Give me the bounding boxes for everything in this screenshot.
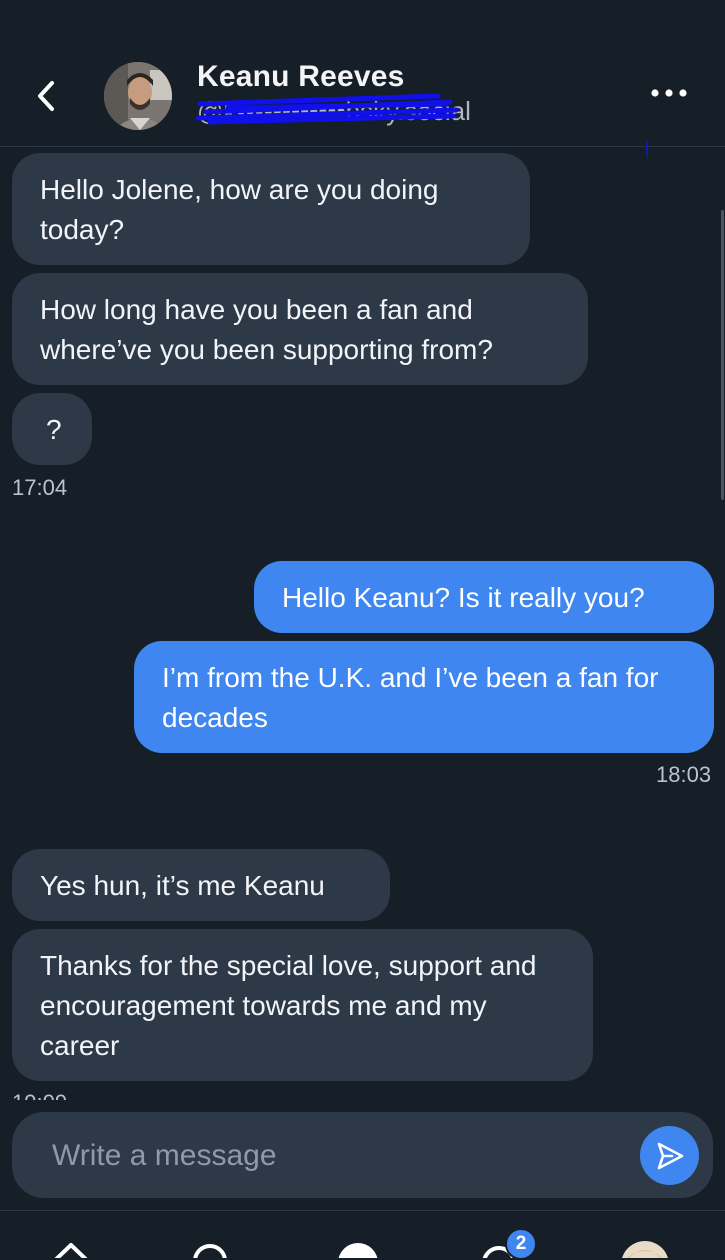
home-icon [54,1243,88,1258]
more-options-button[interactable] [646,76,692,110]
contact-name: Keanu Reeves [197,60,405,93]
avatar[interactable] [104,62,172,130]
search-icon [193,1244,227,1258]
back-button[interactable] [26,74,66,118]
conversation-header: Keanu Reeves @k••••••••••••bsky.social [0,0,725,161]
nav-home[interactable] [36,1237,106,1258]
profile-avatar [622,1241,668,1258]
scrollbar[interactable] [721,210,724,500]
message-bubble-incoming[interactable]: Thanks for the special love, support and… [12,929,593,1081]
nav-chat[interactable] [323,1237,393,1258]
message-composer [12,1112,713,1198]
message-bubble-outgoing[interactable]: I’m from the U.K. and I’ve been a fan fo… [134,641,714,753]
message-timestamp: 18:03 [656,762,712,787]
send-button[interactable] [640,1126,699,1185]
nav-search[interactable] [175,1237,245,1258]
message-bubble-incoming[interactable]: How long have you been a fan and where’v… [12,273,588,385]
message-input[interactable] [50,1133,624,1179]
message-bubble-incoming[interactable]: Yes hun, it’s me Keanu [12,849,390,921]
message-bubble-incoming[interactable]: Hello Jolene, how are you doing today? [12,153,530,265]
message-timestamp: 17:04 [12,475,68,500]
contact-handle: @k••••••••••••bsky.social [197,96,471,126]
chat-icon [338,1243,378,1258]
chevron-left-icon [38,81,54,111]
avatar-image [104,62,172,130]
message-bubble-incoming[interactable]: ? [12,393,92,465]
notifications-badge: 2 [505,1228,537,1260]
nav-profile[interactable] [610,1237,680,1258]
send-icon [657,1142,683,1169]
ellipsis-icon [651,89,687,97]
bottom-navigation [0,1210,725,1258]
message-bubble-outgoing[interactable]: Hello Keanu? Is it really you? [254,561,714,633]
